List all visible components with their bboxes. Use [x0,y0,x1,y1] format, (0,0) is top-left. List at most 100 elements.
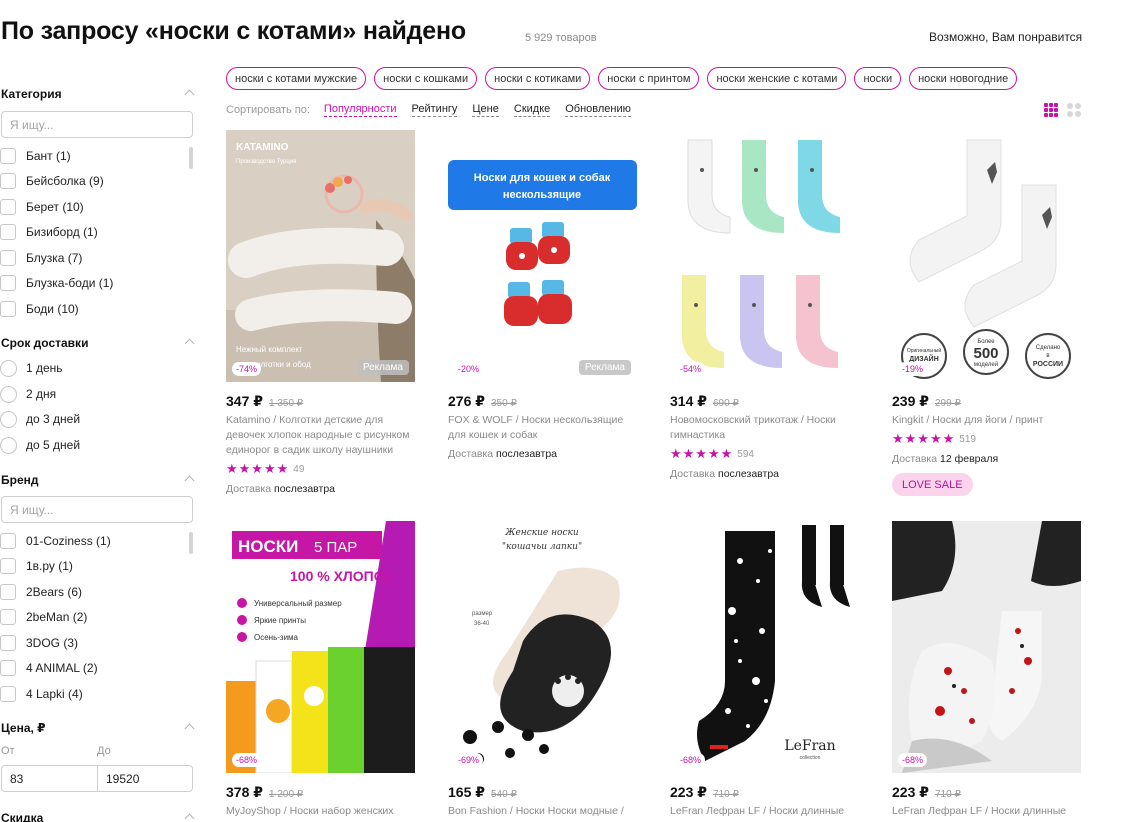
checkbox[interactable] [0,533,16,549]
radio[interactable] [0,436,17,454]
category-scrollbar[interactable] [189,147,193,169]
large-view-icon[interactable] [1067,103,1081,117]
category-filter-header[interactable]: Категория [1,87,195,101]
sort-discount[interactable]: Скидке [513,103,551,117]
product-name[interactable]: Katamino / Колготки детские для девочек … [226,413,416,458]
category-option[interactable]: Берет (10) [0,198,84,216]
delivery-filter-header[interactable]: Срок доставки [1,336,195,350]
tag-chip[interactable]: носки с принтом [598,67,700,90]
maybe-like-link[interactable]: Возможно, Вам понравится [929,30,1082,44]
checkbox[interactable] [0,301,16,317]
category-option[interactable]: Боди (10) [0,300,79,318]
discount-badge: -68% [232,753,262,767]
category-option[interactable]: Бизиборд (1) [0,223,98,241]
product-image[interactable]: НОСКИ 5 ПАР 100 % ХЛОПОК Универсальный р… [226,521,415,773]
brand-option[interactable]: 4 ANIMAL (2) [0,659,98,677]
product-image[interactable]: Женские носки "кошачьи лапки" размер 36-… [448,521,637,773]
svg-text:Сделано: Сделано [1036,345,1061,351]
svg-text:моделей: моделей [974,361,998,368]
related-tags: носки с котами мужские носки с кошками н… [226,67,1018,90]
tag-chip[interactable]: носки новогодние [909,67,1018,90]
svg-text:нескользящие: нескользящие [503,189,581,201]
product-image[interactable]: Носки для кошек и собак нескользящие -20… [448,130,637,382]
price-row: 239 ₽ 299 ₽ [892,393,961,411]
product-name[interactable]: MyJoyShop / Носки набор женских [226,804,446,819]
product-image[interactable]: Оригинальный ДИЗАЙН Более 500 моделей Сд… [892,130,1081,382]
delivery-option[interactable]: 1 день [0,359,63,377]
radio[interactable] [0,359,17,377]
tag-chip[interactable]: носки с котами мужские [226,67,367,90]
sort-popularity[interactable]: Популярности [323,103,397,117]
product-name[interactable]: Kingkit / Носки для йоги / принт [892,413,1082,428]
product-image[interactable]: -68% [892,521,1081,773]
delivery-option[interactable]: 2 дня [0,385,56,403]
tag-chip[interactable]: носки женские с котами [707,67,847,90]
category-search-input[interactable] [1,111,193,138]
checkbox[interactable] [0,558,16,574]
price-row: 276 ₽ 350 ₽ [448,393,517,411]
brand-option[interactable]: 4 Lapki (4) [0,685,83,703]
price-row: 165 ₽ 540 ₽ [448,784,517,802]
category-option[interactable]: Блузка (7) [0,249,82,267]
product-name[interactable]: FOX & WOLF / Носки нескользящие для коше… [448,413,638,443]
radio[interactable] [0,385,17,403]
tag-chip[interactable]: носки с котиками [485,67,591,90]
product-name[interactable]: Новомосковский трикотаж / Носки гимнасти… [670,413,860,443]
sort-update[interactable]: Обновлению [565,103,631,117]
discount-badge: -54% [676,362,706,376]
brand-option[interactable]: 01-Coziness (1) [0,532,111,550]
product-name[interactable]: LeFran Лефран LF / Носки длинные [670,804,890,819]
checkbox[interactable] [0,686,16,702]
brand-option[interactable]: 2beMan (2) [0,608,87,626]
brand-option[interactable]: 2Bears (6) [0,583,82,601]
radio[interactable] [0,410,17,428]
price-to-input[interactable] [97,765,193,792]
delivery-info: Доставка 12 февраля [892,453,999,465]
delivery-option[interactable]: до 5 дней [0,436,80,454]
checkbox[interactable] [0,224,16,240]
delivery-option[interactable]: до 3 дней [0,410,80,428]
sort-price[interactable]: Цене [472,103,499,117]
brand-option[interactable]: 3DOG (3) [0,634,78,652]
svg-text:36-40: 36-40 [474,621,490,627]
product-name[interactable]: LeFran Лефран LF / Носки длинные [892,804,1112,819]
brand-scrollbar[interactable] [189,532,193,554]
product-name[interactable]: Bon Fashion / Носки Носки модные / [448,804,668,819]
old-price: 299 ₽ [935,398,961,409]
tag-chip[interactable]: носки с кошками [374,67,478,90]
category-filter-title: Категория [1,87,62,101]
category-option[interactable]: Бант (1) [0,147,71,165]
price-row: 378 ₽ 1 200 ₽ [226,784,303,802]
product-image[interactable]: KATAMINO Производство Турция Нежный комп… [226,130,415,382]
product-photo: LeFran collection [670,521,859,773]
checkbox[interactable] [0,148,16,164]
checkbox[interactable] [0,609,16,625]
page-title: По запросу «носки с котами» найдено [1,17,466,45]
checkbox[interactable] [0,199,16,215]
checkbox[interactable] [0,660,16,676]
grid-view-icon[interactable] [1044,103,1058,117]
checkbox[interactable] [0,635,16,651]
brand-search-input[interactable] [1,496,193,523]
price: 276 ₽ [448,393,485,409]
product-image[interactable]: -54% [670,130,859,382]
brand-option[interactable]: 1в.ру (1) [0,557,73,575]
discount-filter-header[interactable]: Скидка [1,811,195,822]
sort-rating[interactable]: Рейтингу [411,103,458,117]
svg-text:Женские носки: Женские носки [504,528,579,538]
checkbox[interactable] [0,275,16,291]
product-image[interactable]: LeFran collection -68% [670,521,859,773]
checkbox[interactable] [0,250,16,266]
brand-filter-header[interactable]: Бренд [1,473,195,487]
category-option[interactable]: Бейсболка (9) [0,172,104,190]
love-sale-badge[interactable]: LOVE SALE [892,473,973,496]
old-price: 1 350 ₽ [269,398,304,409]
price-from-input[interactable] [1,765,98,792]
tag-chip[interactable]: носки [854,67,902,90]
price-filter-header[interactable]: Цена, ₽ [1,721,195,735]
product-photo: Оригинальный ДИЗАЙН Более 500 моделей Сд… [892,130,1081,382]
checkbox[interactable] [0,173,16,189]
price-row: 347 ₽ 1 350 ₽ [226,393,303,411]
category-option[interactable]: Блузка-боди (1) [0,274,113,292]
checkbox[interactable] [0,584,16,600]
